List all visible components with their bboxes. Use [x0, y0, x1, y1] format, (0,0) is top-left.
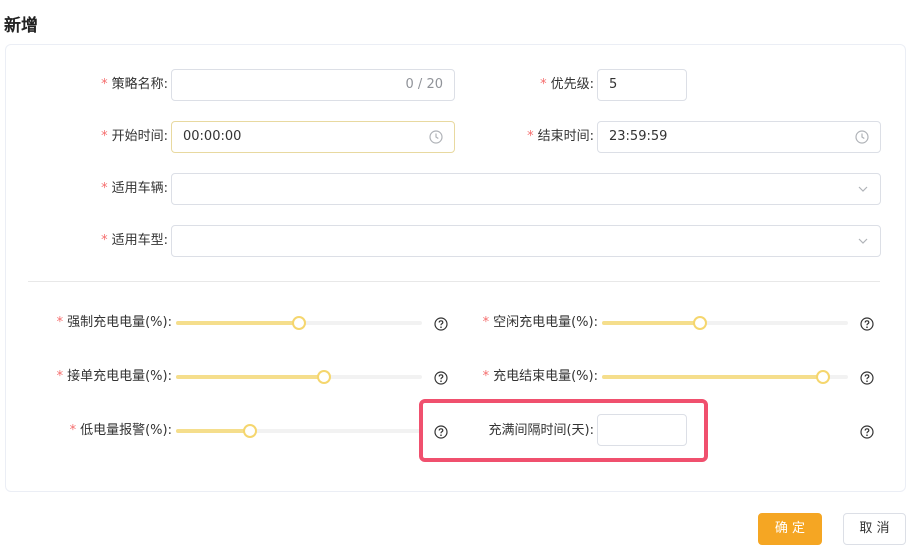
- chevron-down-icon: [857, 174, 869, 204]
- low-battery-alarm-label: * 低电量报警(%):: [69, 423, 172, 438]
- charge-end-label: * 充电结束电量(%):: [482, 369, 598, 384]
- end-time-label: * 结束时间:: [527, 129, 594, 144]
- idle-charge-slider[interactable]: [602, 313, 848, 333]
- slider-fill: [176, 429, 250, 433]
- slider-fill: [602, 321, 701, 325]
- strategy-name-input[interactable]: 0 / 20: [171, 69, 455, 101]
- vehicles-label: * 适用车辆:: [101, 181, 168, 196]
- slider-thumb[interactable]: [816, 370, 831, 384]
- forced-charge-slider[interactable]: [176, 313, 422, 333]
- slider-thumb[interactable]: [316, 370, 331, 384]
- help-icon[interactable]: [860, 370, 874, 385]
- highlight-box: [419, 399, 708, 462]
- start-time-picker[interactable]: 00:00:00: [171, 121, 455, 153]
- vehicles-select[interactable]: [171, 173, 881, 205]
- chevron-down-icon: [857, 226, 869, 256]
- charge-end-slider[interactable]: [602, 367, 848, 387]
- priority-label: * 优先级:: [540, 77, 594, 92]
- help-icon[interactable]: [860, 316, 874, 331]
- order-charge-slider[interactable]: [176, 367, 422, 387]
- order-charge-label: * 接单充电电量(%):: [56, 369, 172, 384]
- char-counter: 0 / 20: [405, 77, 443, 92]
- slider-thumb[interactable]: [242, 424, 257, 438]
- low-battery-alarm-slider[interactable]: [176, 421, 422, 441]
- confirm-button[interactable]: 确 定: [758, 513, 822, 545]
- cancel-button[interactable]: 取 消: [843, 513, 906, 545]
- dialog-title: 新增: [4, 16, 38, 36]
- end-time-picker[interactable]: 23:59:59: [597, 121, 881, 153]
- vehicle-models-select[interactable]: [171, 225, 881, 257]
- slider-thumb[interactable]: [292, 316, 306, 330]
- slider-fill: [602, 375, 824, 379]
- priority-input[interactable]: 5: [597, 69, 687, 101]
- slider-thumb[interactable]: [693, 316, 708, 330]
- required-mark: *: [101, 77, 108, 92]
- slider-fill: [176, 321, 299, 325]
- section-divider: [28, 281, 880, 282]
- clock-icon: [855, 122, 869, 152]
- forced-charge-label: * 强制充电电量(%):: [56, 315, 172, 330]
- strategy-name-label: * 策略名称:: [101, 77, 168, 92]
- vehicle-models-label: * 适用车型:: [101, 233, 168, 248]
- idle-charge-label: * 空闲充电电量(%):: [482, 315, 598, 330]
- start-time-label: * 开始时间:: [101, 129, 168, 144]
- help-icon[interactable]: [860, 424, 874, 439]
- clock-icon: [429, 122, 443, 152]
- slider-fill: [176, 375, 324, 379]
